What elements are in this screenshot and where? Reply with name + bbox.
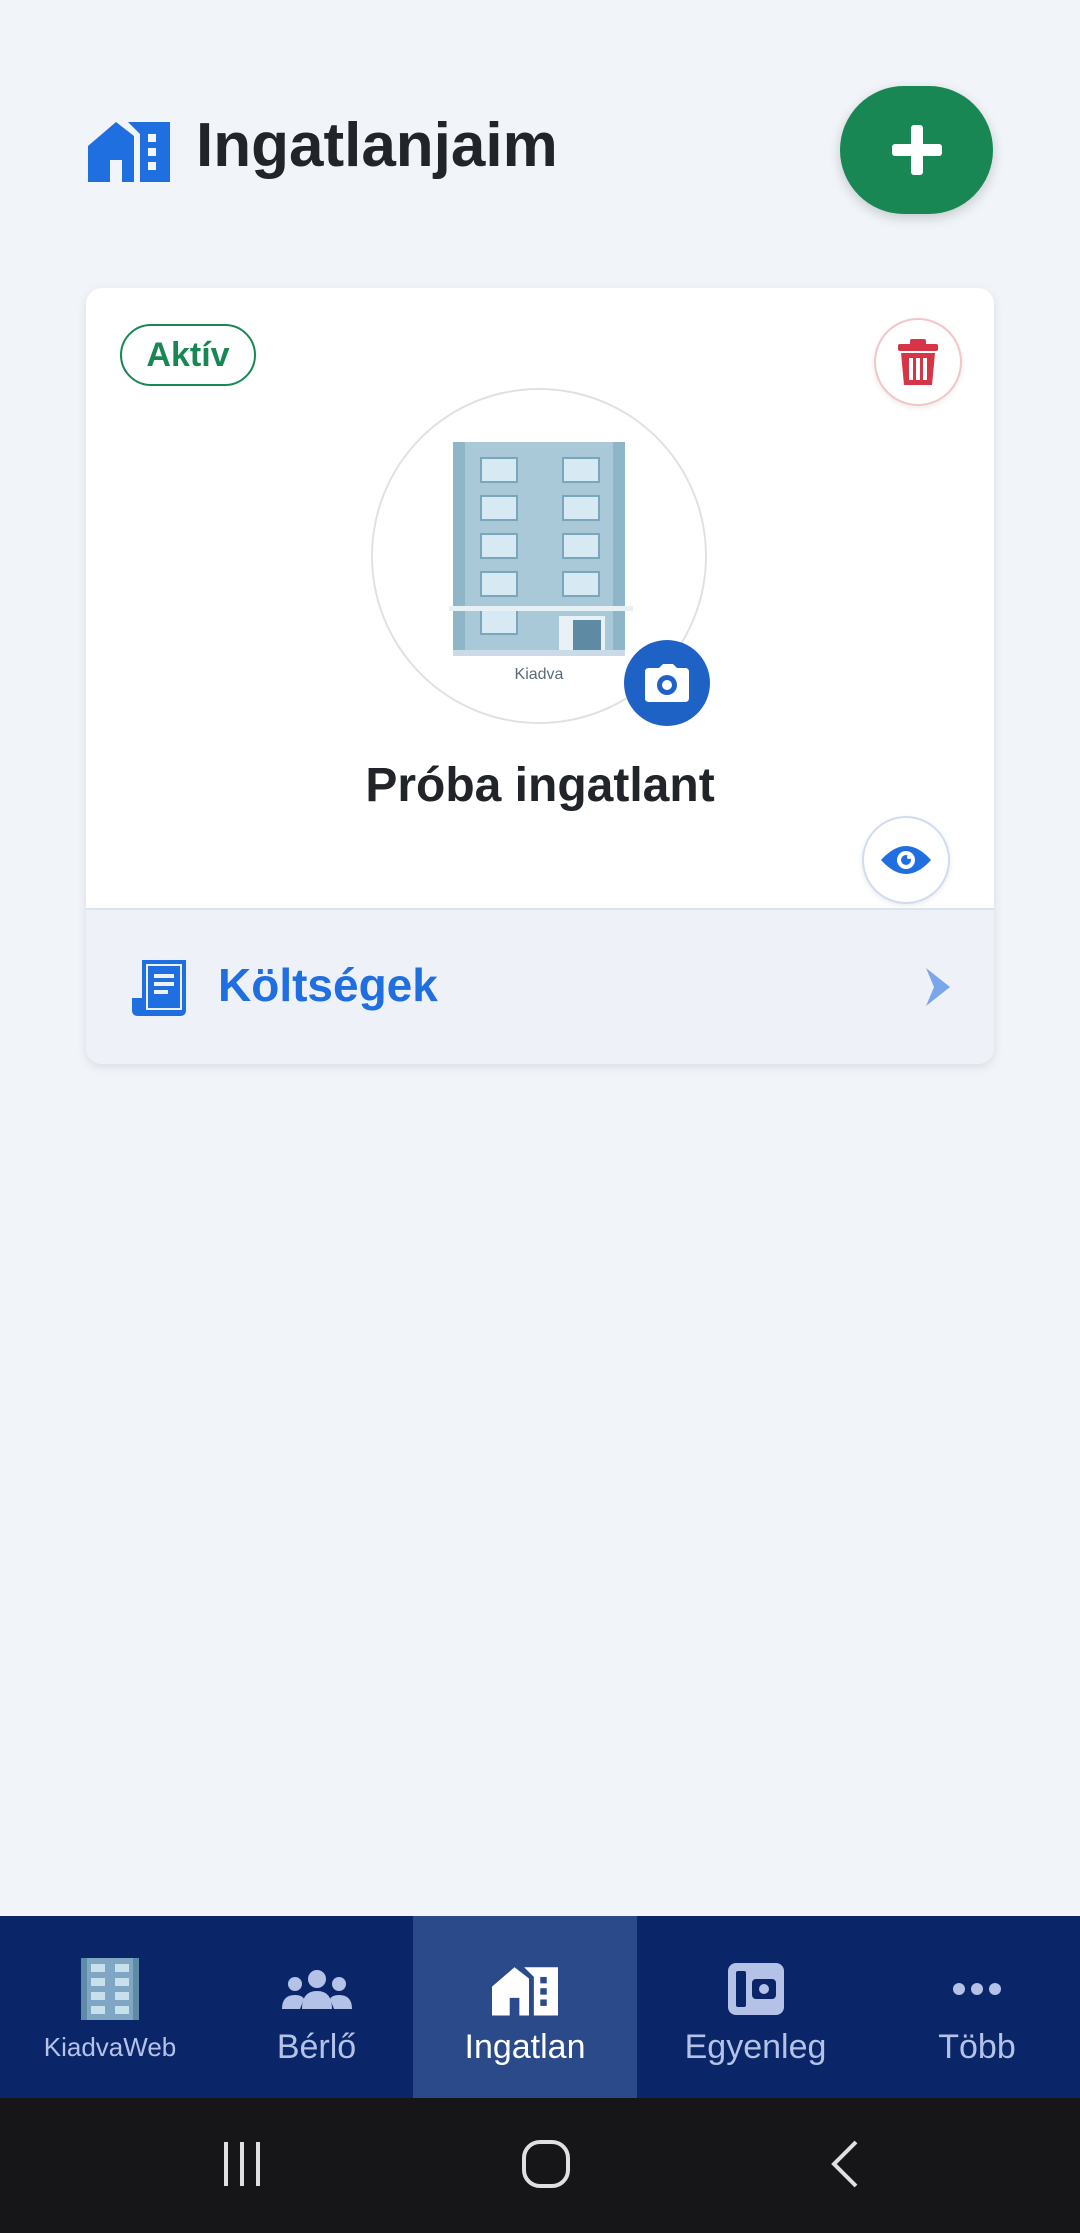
nav-label: Bérlő xyxy=(276,2028,357,2066)
nav-item-kiadvaweb[interactable]: KiadvaWeb xyxy=(0,1916,220,2098)
trash-icon xyxy=(898,339,938,385)
page-title: Ingatlanjaim xyxy=(196,111,558,180)
building-logo-icon xyxy=(81,1958,139,2020)
costs-label: Költségek xyxy=(218,959,438,1011)
eye-icon xyxy=(881,846,931,874)
back-icon[interactable] xyxy=(824,2136,864,2192)
page-header: Ingatlanjaim xyxy=(0,0,1080,280)
home-icon[interactable] xyxy=(518,2136,574,2192)
system-navigation-bar xyxy=(0,2098,1080,2233)
house-building-icon xyxy=(88,122,170,182)
more-dots-icon xyxy=(953,1983,1001,1995)
chevron-right-icon xyxy=(926,968,950,1006)
nav-label: Ingatlan xyxy=(464,2028,586,2066)
wallet-icon xyxy=(727,1963,784,2015)
status-badge: Aktív xyxy=(120,324,256,386)
camera-icon xyxy=(645,664,689,702)
receipt-icon xyxy=(132,960,186,1016)
property-name: Próba ingatlant xyxy=(365,759,715,812)
change-photo-button[interactable] xyxy=(624,640,710,726)
nav-item-ingatlan[interactable]: Ingatlan xyxy=(413,1916,637,2098)
property-card: Aktív Kiadva Próba ingatlant Költségek xyxy=(86,288,994,1064)
nav-item-tobb[interactable]: Több xyxy=(874,1916,1080,2098)
nav-label: KiadvaWeb xyxy=(43,2032,177,2062)
nav-label: Egyenleg xyxy=(684,2028,827,2066)
add-property-button[interactable] xyxy=(840,86,993,214)
delete-button[interactable] xyxy=(874,318,962,406)
nav-label: Több xyxy=(938,2028,1016,2066)
users-icon xyxy=(281,1970,352,2009)
recent-apps-icon[interactable] xyxy=(218,2136,266,2192)
costs-link[interactable]: Költségek xyxy=(86,908,994,1064)
nav-item-egyenleg[interactable]: Egyenleg xyxy=(637,1916,874,2098)
bottom-nav: KiadvaWeb Bérlő Ingatlan Egyenleg Több xyxy=(0,1916,1080,2098)
nav-item-berlo[interactable]: Bérlő xyxy=(220,1916,413,2098)
house-building-icon xyxy=(492,1967,558,2016)
view-button[interactable] xyxy=(862,816,950,904)
plus-icon xyxy=(891,125,942,175)
